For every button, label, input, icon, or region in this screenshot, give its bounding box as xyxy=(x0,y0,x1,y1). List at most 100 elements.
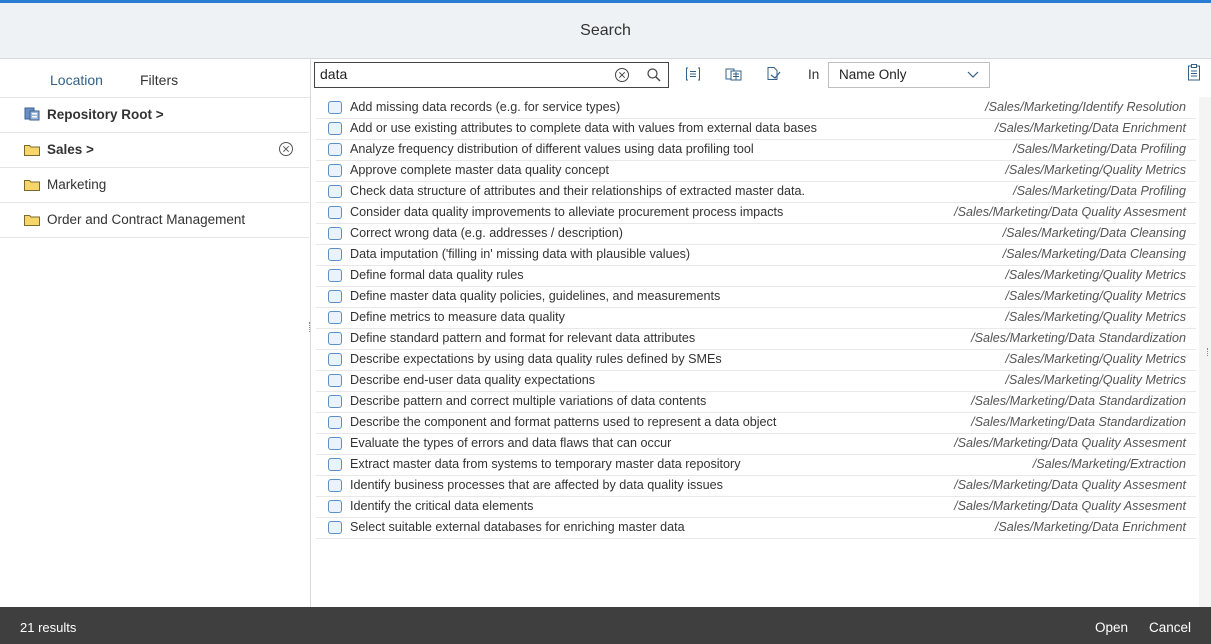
result-name: Approve complete master data quality con… xyxy=(350,163,610,177)
scrollbar-handle[interactable] xyxy=(1207,348,1210,356)
result-path: /Sales/Marketing/Data Standardization xyxy=(971,331,1186,345)
result-path: /Sales/Marketing/Data Quality Assesment xyxy=(954,205,1186,219)
result-name: Add or use existing attributes to comple… xyxy=(350,121,817,135)
result-name: Identify business processes that are aff… xyxy=(350,478,723,492)
result-row[interactable]: Add or use existing attributes to comple… xyxy=(316,118,1196,140)
result-row[interactable]: Select suitable external databases for e… xyxy=(316,517,1196,539)
item-icon xyxy=(328,164,342,177)
item-icon xyxy=(328,143,342,156)
result-row[interactable]: Data imputation ('filling in' missing da… xyxy=(316,244,1196,266)
folder-label: Marketing xyxy=(47,177,107,192)
item-icon xyxy=(328,101,342,114)
left-panel-tabs: Location Filters xyxy=(0,59,311,97)
result-row[interactable]: Add missing data records (e.g. for servi… xyxy=(316,97,1196,119)
result-row[interactable]: Approve complete master data quality con… xyxy=(316,160,1196,182)
item-icon xyxy=(328,395,342,408)
folder-label: Sales > xyxy=(47,142,94,157)
item-icon xyxy=(328,332,342,345)
clear-location-icon[interactable] xyxy=(278,141,294,157)
result-row[interactable]: Define metrics to measure data quality/S… xyxy=(316,307,1196,329)
result-row[interactable]: Identify the critical data elements/Sale… xyxy=(316,496,1196,518)
result-name: Define formal data quality rules xyxy=(350,268,524,282)
location-tree: Repository Root > Sales > Marketing Orde… xyxy=(0,97,311,608)
scope-label: In xyxy=(808,67,820,82)
result-name: Select suitable external databases for e… xyxy=(350,520,685,534)
result-row[interactable]: Describe the component and format patter… xyxy=(316,412,1196,434)
tab-location[interactable]: Location xyxy=(50,72,103,88)
result-path: /Sales/Marketing/Identify Resolution xyxy=(985,100,1186,114)
result-row[interactable]: Check data structure of attributes and t… xyxy=(316,181,1196,203)
folder-row-repository-root[interactable]: Repository Root > xyxy=(0,98,309,133)
folder-icon xyxy=(24,145,40,156)
item-icon xyxy=(328,437,342,450)
result-row[interactable]: Define formal data quality rules/Sales/M… xyxy=(316,265,1196,287)
scope-select[interactable]: Name Only xyxy=(828,62,990,88)
result-path: /Sales/Marketing/Quality Metrics xyxy=(1005,268,1186,282)
result-name: Analyze frequency distribution of differ… xyxy=(350,142,754,156)
result-row[interactable]: Consider data quality improvements to al… xyxy=(316,202,1196,224)
result-path: /Sales/Marketing/Data Profiling xyxy=(1013,142,1186,156)
result-path: /Sales/Marketing/Data Quality Assesment xyxy=(954,499,1186,513)
result-path: /Sales/Marketing/Data Profiling xyxy=(1013,184,1186,198)
document-link-icon[interactable] xyxy=(765,66,783,82)
result-row[interactable]: Describe end-user data quality expectati… xyxy=(316,370,1196,392)
item-icon xyxy=(328,311,342,324)
result-path: /Sales/Marketing/Extraction xyxy=(1032,457,1186,471)
result-path: /Sales/Marketing/Quality Metrics xyxy=(1005,310,1186,324)
result-row[interactable]: Correct wrong data (e.g. addresses / des… xyxy=(316,223,1196,245)
folder-icon xyxy=(24,180,40,191)
result-name: Data imputation ('filling in' missing da… xyxy=(350,247,691,261)
folder-label: Order and Contract Management xyxy=(47,212,246,227)
result-path: /Sales/Marketing/Quality Metrics xyxy=(1005,163,1186,177)
result-row[interactable]: Describe expectations by using data qual… xyxy=(316,349,1196,371)
result-row[interactable]: Define master data quality policies, gui… xyxy=(316,286,1196,308)
result-row[interactable]: Identify business processes that are aff… xyxy=(316,475,1196,497)
folder-row-order-contract-management[interactable]: Order and Contract Management xyxy=(0,203,309,238)
result-path: /Sales/Marketing/Data Quality Assesment xyxy=(954,436,1186,450)
result-name: Describe pattern and correct multiple va… xyxy=(350,394,707,408)
item-icon xyxy=(328,500,342,513)
result-path: /Sales/Marketing/Quality Metrics xyxy=(1005,289,1186,303)
folder-row-sales[interactable]: Sales > xyxy=(0,133,309,168)
chevron-down-icon xyxy=(967,71,979,78)
item-icon xyxy=(328,479,342,492)
search-input[interactable] xyxy=(320,65,590,83)
result-row[interactable]: Evaluate the types of errors and data fl… xyxy=(316,433,1196,455)
folder-view-icon[interactable] xyxy=(725,66,743,82)
report-icon[interactable] xyxy=(1187,64,1201,82)
result-path: /Sales/Marketing/Data Cleansing xyxy=(1002,226,1186,240)
item-icon xyxy=(328,353,342,366)
folder-row-marketing[interactable]: Marketing xyxy=(0,168,309,203)
repository-icon xyxy=(24,107,40,121)
search-toolbar: In Name Only xyxy=(311,59,1211,97)
result-name: Identify the critical data elements xyxy=(350,499,534,513)
result-name: Define metrics to measure data quality xyxy=(350,310,565,324)
result-name: Evaluate the types of errors and data fl… xyxy=(350,436,672,450)
result-path: /Sales/Marketing/Data Enrichment xyxy=(994,121,1186,135)
item-icon xyxy=(328,185,342,198)
cancel-button[interactable]: Cancel xyxy=(1149,620,1191,635)
item-icon xyxy=(328,269,342,282)
result-path: /Sales/Marketing/Data Enrichment xyxy=(994,520,1186,534)
result-name: Define master data quality policies, gui… xyxy=(350,289,721,303)
result-row[interactable]: Define standard pattern and format for r… xyxy=(316,328,1196,350)
search-box xyxy=(314,62,669,88)
folder-icon xyxy=(24,215,40,226)
dialog-footer: 21 results Open Cancel xyxy=(0,607,1211,644)
result-name: Check data structure of attributes and t… xyxy=(350,184,806,198)
result-row[interactable]: Analyze frequency distribution of differ… xyxy=(316,139,1196,161)
result-path: /Sales/Marketing/Data Cleansing xyxy=(1002,247,1186,261)
item-icon xyxy=(328,248,342,261)
result-row[interactable]: Extract master data from systems to temp… xyxy=(316,454,1196,476)
tab-filters[interactable]: Filters xyxy=(140,72,178,88)
clear-search-icon[interactable] xyxy=(614,67,630,83)
open-button[interactable]: Open xyxy=(1095,620,1128,635)
item-icon xyxy=(328,521,342,534)
search-icon[interactable] xyxy=(646,67,662,83)
item-icon xyxy=(328,416,342,429)
list-view-icon[interactable] xyxy=(685,66,701,82)
result-row[interactable]: Describe pattern and correct multiple va… xyxy=(316,391,1196,413)
result-name: Define standard pattern and format for r… xyxy=(350,331,696,345)
result-name: Add missing data records (e.g. for servi… xyxy=(350,100,621,114)
folder-label: Repository Root > xyxy=(47,107,164,122)
